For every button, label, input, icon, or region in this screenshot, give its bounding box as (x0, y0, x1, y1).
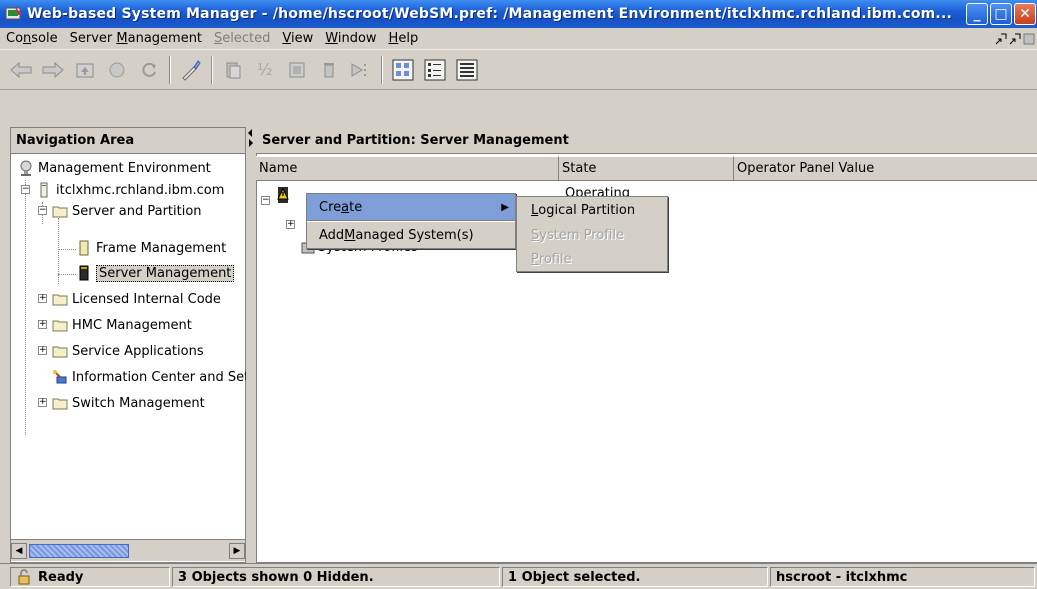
paste-icon[interactable] (282, 55, 312, 85)
application-window: Web-based System Manager - /home/hscroot… (0, 0, 1037, 589)
expand-toggle[interactable]: + (38, 294, 47, 303)
minimize-button[interactable]: _ (966, 3, 988, 25)
menu-help[interactable]: Help (383, 31, 425, 46)
status-ready: Ready (10, 567, 170, 587)
tree-item-frame-management[interactable]: Frame Management (76, 238, 226, 258)
column-header-state[interactable]: State (559, 156, 734, 181)
window-title: Web-based System Manager - /home/hscroot… (27, 6, 952, 22)
column-header-name[interactable]: Name (256, 156, 559, 181)
menu-item-logical-partition[interactable]: Logical Partition (517, 197, 667, 223)
content-header: Server and Partition: Server Management (256, 127, 1037, 154)
tree-item-information-center[interactable]: Information Center and Setup (52, 367, 246, 387)
create-submenu: Logical Partition System Profile Profile (516, 196, 668, 272)
small-icons-view-icon[interactable] (420, 55, 450, 85)
tree-item-licensed-internal-code[interactable]: Licensed Internal Code (52, 289, 221, 309)
undock-window-icon[interactable] (1009, 33, 1021, 45)
toolbar-separator (381, 55, 383, 84)
back-icon[interactable] (6, 55, 36, 85)
scroll-right-arrow-icon[interactable]: ▶ (229, 542, 245, 559)
menu-window[interactable]: Window (319, 31, 382, 46)
menu-console[interactable]: Console (0, 31, 64, 46)
folder-icon (52, 398, 68, 410)
folder-icon (52, 294, 68, 306)
status-objects-shown: 3 Objects shown 0 Hidden. (172, 567, 500, 587)
tree-item-management-environment[interactable]: Management Environment (18, 158, 211, 178)
forward-icon[interactable] (38, 55, 68, 85)
find-icon[interactable] (176, 55, 206, 85)
pane-splitter[interactable] (246, 127, 256, 563)
context-menu: Cre a te ▶ Add Managed System(s) (306, 193, 516, 249)
management-environment-icon (20, 160, 32, 176)
cut-icon[interactable] (218, 55, 248, 85)
collapse-toggle[interactable]: − (21, 185, 30, 194)
undock-pane-icon[interactable] (995, 33, 1007, 45)
tree-item-server-and-partition[interactable]: Server and Partition (52, 201, 202, 221)
large-icons-view-icon[interactable] (388, 55, 418, 85)
status-user: hscroot - itclxhmc (770, 567, 1035, 587)
menu-item-add-managed-systems[interactable]: Add Managed System(s) (307, 222, 515, 248)
websm-app-icon (5, 7, 22, 20)
submenu-arrow-icon: ▶ (501, 201, 509, 213)
hmc-server-icon (40, 182, 48, 198)
expand-toggle[interactable]: + (38, 398, 47, 407)
scrollbar-thumb[interactable] (29, 543, 129, 558)
collapse-toggle[interactable]: − (38, 206, 47, 215)
folder-icon (52, 346, 68, 358)
folder-icon (52, 206, 68, 218)
navigation-tree: Management Environment − itclxhmc.rchlan… (10, 158, 246, 534)
stop-icon[interactable] (102, 55, 132, 85)
svg-text:½: ½ (257, 60, 273, 79)
lock-status-icon (18, 569, 30, 585)
frame-icon (79, 240, 89, 256)
menu-item-profile[interactable]: Profile (517, 247, 667, 271)
expand-toggle[interactable]: + (38, 346, 47, 355)
expand-toggle[interactable]: + (286, 220, 295, 229)
toolbar-separator (169, 55, 171, 84)
toolbar-separator (211, 55, 213, 84)
tree-item-service-applications[interactable]: Service Applications (52, 341, 204, 361)
status-bar: Ready 3 Objects shown 0 Hidden. 1 Object… (0, 563, 1037, 589)
up-level-icon[interactable] (70, 55, 100, 85)
maximize-button[interactable]: □ (990, 3, 1012, 25)
managed-system-icon (277, 187, 289, 203)
toolbar: ½ (0, 50, 1037, 90)
navigation-horizontal-scrollbar[interactable]: ◀ ▶ (11, 539, 245, 561)
menu-item-create[interactable]: Cre a te ▶ (307, 194, 515, 220)
title-bar[interactable]: Web-based System Manager - /home/hscroot… (0, 0, 1037, 28)
menu-item-system-profile[interactable]: System Profile (517, 223, 667, 247)
menu-selected[interactable]: Selected (208, 31, 276, 46)
copy-icon[interactable]: ½ (250, 55, 280, 85)
menu-server-management[interactable]: Server Management (64, 31, 208, 46)
server-icon (79, 265, 89, 281)
details-view-icon[interactable] (452, 55, 482, 85)
splitter-arrows-icon[interactable] (246, 127, 256, 147)
reload-icon[interactable] (134, 55, 164, 85)
menu-view[interactable]: View (276, 31, 319, 46)
delete-icon[interactable] (314, 55, 344, 85)
scroll-left-arrow-icon[interactable]: ◀ (11, 542, 27, 559)
tree-item-server-management[interactable]: Server Management (76, 263, 235, 283)
collapse-toggle[interactable]: − (261, 196, 270, 205)
status-selected: 1 Object selected. (502, 567, 768, 587)
tree-item-hmc[interactable]: itclxhmc.rchland.ibm.com (36, 180, 224, 200)
pane-layout-controls (995, 33, 1035, 45)
navigation-area-header: Navigation Area (10, 127, 246, 154)
tree-item-hmc-management[interactable]: HMC Management (52, 315, 192, 335)
information-center-icon (53, 370, 67, 384)
properties-icon[interactable] (346, 55, 376, 85)
tree-item-switch-management[interactable]: Switch Management (52, 393, 205, 413)
folder-icon (52, 320, 68, 332)
menu-bar: Console Server Management Selected View … (0, 28, 1037, 50)
close-button[interactable]: ✕ (1014, 3, 1036, 25)
restore-pane-icon[interactable] (1023, 33, 1035, 45)
column-header-operator-panel-value[interactable]: Operator Panel Value (734, 156, 1037, 181)
expand-toggle[interactable]: + (38, 320, 47, 329)
